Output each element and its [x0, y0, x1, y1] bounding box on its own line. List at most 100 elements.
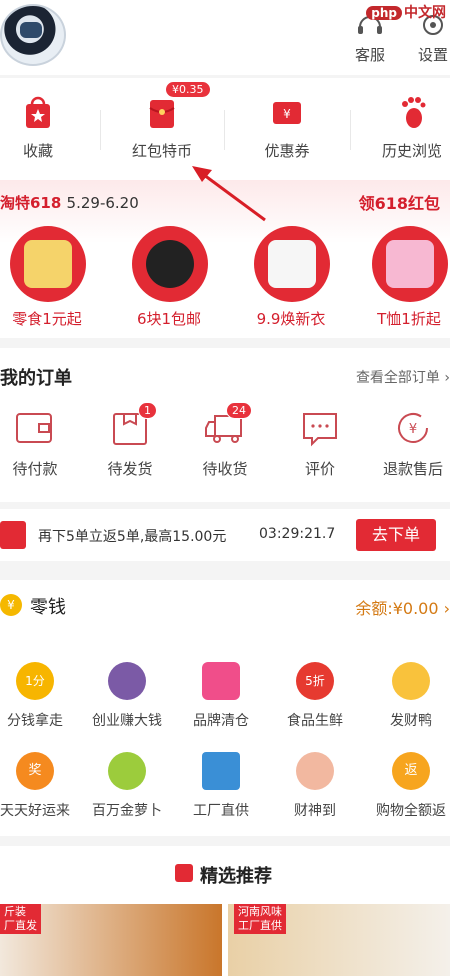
grid-label: 财神到 [294, 803, 336, 819]
view-all-orders-link[interactable]: 查看全部订单 › [356, 367, 450, 387]
user-avatar[interactable] [0, 4, 66, 66]
grid-label: 天天好运来 [0, 803, 70, 819]
my-orders-section: 我的订单 查看全部订单 › 待付款 待发货 1 待收货 24 评价 ¥ 退款售后 [0, 348, 450, 502]
profile-header: 客服 设置 php 中文网 [0, 0, 450, 75]
clothes-label: 9.9焕新衣 [256, 310, 326, 328]
tshirt-label: T恤1折起 [377, 310, 441, 328]
product-tag: 河南风味 工厂直供 [234, 904, 286, 934]
grid-item-clearance[interactable]: 品牌清仓 [176, 662, 266, 730]
grid-label: 发财鸭 [390, 713, 432, 729]
grid-label: 工厂直供 [193, 803, 249, 819]
red-envelope-icon [149, 100, 175, 128]
star-tag-icon [175, 864, 193, 882]
pending-payment-label: 待付款 [12, 460, 58, 478]
grid-item-factory[interactable]: 工厂直供 [176, 752, 266, 820]
promo-event-name: 淘特618 [0, 194, 62, 212]
prize-icon: 奖 [16, 752, 54, 790]
apple-discount-icon: 5折 [296, 662, 334, 700]
refund-badge-icon: 返 [392, 752, 430, 790]
gift-box-icon [202, 662, 240, 700]
promo-dates: 5.29-6.20 [66, 194, 139, 212]
grid-label: 分钱拿走 [7, 713, 63, 729]
radish-icon [108, 752, 146, 790]
pending-receipt-count: 24 [226, 402, 252, 419]
wallet-title: 零钱 [30, 597, 66, 618]
pending-shipment-count: 1 [138, 402, 157, 419]
pending-receipt-label: 待收货 [202, 460, 248, 478]
grid-label: 创业赚大钱 [92, 713, 162, 729]
wallet-icon [16, 413, 52, 443]
grid-label: 购物全额返 [376, 803, 446, 819]
duck-icon [392, 662, 430, 700]
favorites-button[interactable]: 收藏 [0, 94, 88, 161]
camera-image [146, 240, 194, 288]
promo-banner[interactable]: 淘特618 5.29-6.20 领618红包 零食1元起 6块1包邮 9.9焕新… [0, 180, 450, 338]
pending-receipt-button[interactable]: 待收货 [190, 408, 260, 479]
refund-button[interactable]: ¥ 退款售后 [378, 408, 448, 479]
product-card[interactable]: 斤装 厂直发 [0, 904, 222, 976]
promo-event-title: 淘特618 5.29-6.20 [0, 192, 139, 213]
watermark-text: 中文网 [404, 5, 446, 21]
grid-item-full-refund[interactable]: 返 购物全额返 [366, 752, 450, 820]
grid-item-gold-radish[interactable]: 百万金萝卜 [82, 752, 172, 820]
girl-avatar-icon [108, 662, 146, 700]
six-yuan-promo[interactable] [132, 226, 208, 302]
history-label: 历史浏览 [381, 142, 442, 160]
grid-label: 百万金萝卜 [92, 803, 162, 819]
refund-icon: ¥ [398, 413, 428, 443]
red-packet-coins-button[interactable]: 红包特币 [112, 94, 212, 161]
divider [100, 110, 101, 150]
featured-title: 精选推荐 [200, 866, 272, 887]
one-cent-icon: 1分 [16, 662, 54, 700]
history-button[interactable]: 历史浏览 [362, 94, 450, 161]
svg-text:¥: ¥ [409, 422, 417, 437]
site-watermark: php 中文网 [366, 2, 446, 22]
coupons-label: 优惠券 [264, 142, 310, 160]
red-envelope-icon [0, 521, 26, 549]
customer-service-label: 客服 [354, 46, 385, 64]
rebate-bar: 再下5单立返5单,最高15.00元 03:29:21.7 去下单 [0, 509, 450, 561]
tshirt-promo[interactable] [372, 226, 448, 302]
grid-item-fortune-god[interactable]: 财神到 [270, 752, 360, 820]
clothes-promo[interactable] [254, 226, 330, 302]
snacks-promo[interactable] [10, 226, 86, 302]
countdown-timer: 03:29:21.7 [259, 526, 336, 542]
shopping-bag-icon [26, 96, 50, 128]
grid-item-lucky-duck[interactable]: 发财鸭 [366, 662, 450, 730]
wallet-balance-value: 余额:¥0.00 [355, 599, 439, 618]
coupons-button[interactable]: ¥ 优惠券 [237, 94, 337, 161]
refund-label: 退款售后 [382, 460, 443, 478]
pending-payment-button[interactable]: 待付款 [0, 408, 70, 479]
pink-tshirt-image [386, 240, 434, 288]
grid-item-fen[interactable]: 1分 分钱拿走 [0, 662, 80, 730]
grid-item-startup[interactable]: 创业赚大钱 [82, 662, 172, 730]
fortune-god-icon [296, 752, 334, 790]
pending-shipment-label: 待发货 [107, 460, 153, 478]
footprint-icon [402, 97, 426, 128]
snacks-label: 零食1元起 [12, 310, 82, 328]
rebate-text: 再下5单立返5单,最高15.00元 [38, 529, 227, 545]
grid-item-daily-luck[interactable]: 奖 天天好运来 [0, 752, 80, 820]
place-order-button[interactable]: 去下单 [356, 519, 436, 551]
svg-text:¥: ¥ [283, 107, 291, 121]
product-tag: 斤装 厂直发 [0, 904, 41, 934]
red-packet-coins-label: 红包特币 [131, 142, 192, 160]
review-button[interactable]: 评价 [285, 408, 355, 479]
factory-icon [202, 752, 240, 790]
coupon-icon: ¥ [273, 102, 301, 124]
claim-red-packet-link[interactable]: 领618红包 [359, 190, 440, 214]
wallet-balance: 余额:¥0.00 › [355, 599, 450, 618]
wallet-row[interactable]: ¥ 零钱 余额:¥0.00 › [0, 580, 450, 628]
grid-label: 食品生鲜 [287, 713, 343, 729]
snack-image [24, 240, 72, 288]
review-label: 评价 [304, 460, 335, 478]
watermark-logo: php [366, 6, 402, 20]
quick-links: 收藏 红包特币 ¥ 优惠券 历史浏览 ¥0.35 [0, 78, 450, 180]
coin-icon: ¥ [0, 594, 22, 616]
six-yuan-label: 6块1包邮 [136, 310, 202, 328]
orders-title: 我的订单 [0, 368, 72, 389]
pending-shipment-button[interactable]: 待发货 [95, 408, 165, 479]
grid-item-fresh-food[interactable]: 5折 食品生鲜 [270, 662, 360, 730]
product-card[interactable]: 河南风味 工厂直供 [228, 904, 450, 976]
coin-balance-badge: ¥0.35 [166, 82, 210, 97]
